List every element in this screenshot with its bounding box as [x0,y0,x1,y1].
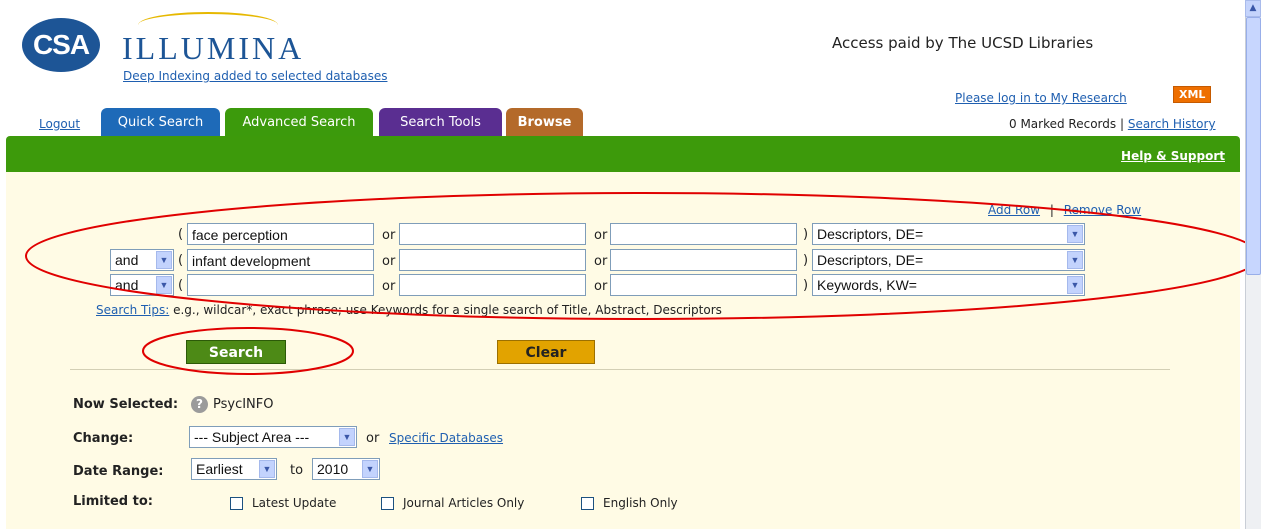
clear-button[interactable]: Clear [497,340,595,364]
search-tips-link[interactable]: Search Tips: [96,303,169,317]
boolean-select[interactable]: and ▼ [110,274,174,296]
tab-advanced-search[interactable]: Advanced Search [225,108,373,138]
limited-to-label: Limited to: [73,494,153,509]
or-label: or [382,254,396,269]
add-row-link[interactable]: Add Row [988,203,1040,217]
field-select[interactable]: Descriptors, DE= ▼ [812,223,1085,245]
search-tips: Search Tips: e.g., wildcar*, exact phras… [96,303,722,317]
latest-update-label: Latest Update [252,496,337,510]
or-label: or [594,254,608,269]
marked-count: 0 Marked Records | [1009,117,1124,131]
open-paren: ( [178,253,184,268]
now-selected-label: Now Selected: [73,397,179,412]
term-input[interactable] [610,274,797,296]
date-to-value: 2010 [317,461,349,477]
or-label: or [594,279,608,294]
scrollbar-thumb[interactable] [1246,17,1261,275]
access-text: Access paid by The UCSD Libraries [832,34,1094,52]
chevron-down-icon[interactable]: ▼ [1067,276,1083,294]
search-history-link[interactable]: Search History [1128,117,1216,131]
field-select[interactable]: Keywords, KW= ▼ [812,274,1085,296]
tab-quick-search[interactable]: Quick Search [101,108,220,138]
term-input[interactable] [187,274,374,296]
or-label: or [382,279,396,294]
boolean-select-value: and [115,252,139,268]
date-from-value: Earliest [196,461,243,477]
latest-update-checkbox[interactable] [230,497,243,510]
term-input[interactable] [399,249,586,271]
help-support-link[interactable]: Help & Support [1121,149,1225,163]
term-input[interactable] [399,223,586,245]
english-only-checkbox[interactable] [581,497,594,510]
subject-area-select[interactable]: --- Subject Area --- ▼ [189,426,357,448]
close-paren: ) [803,227,809,242]
or-label: or [594,228,608,243]
chevron-down-icon[interactable]: ▼ [362,460,378,478]
chevron-down-icon[interactable]: ▼ [339,428,355,446]
search-button[interactable]: Search [186,340,286,364]
field-select[interactable]: Descriptors, DE= ▼ [812,249,1085,271]
open-paren: ( [178,278,184,293]
close-paren: ) [803,253,809,268]
row-controls: Add Row | Remove Row [988,203,1141,217]
open-paren: ( [178,227,184,242]
field-select-value: Keywords, KW= [817,277,917,293]
term-input[interactable] [610,223,797,245]
field-select-value: Descriptors, DE= [817,226,924,242]
login-link[interactable]: Please log in to My Research [955,91,1127,105]
boolean-select[interactable]: and ▼ [110,249,174,271]
subject-area-value: --- Subject Area --- [194,429,310,445]
date-range-label: Date Range: [73,464,164,479]
xml-badge[interactable]: XML [1173,86,1212,103]
nav-bar [6,136,1240,172]
term-input[interactable] [610,249,797,271]
specific-databases-link[interactable]: Specific Databases [389,431,503,445]
change-label: Change: [73,431,134,446]
term-input[interactable] [399,274,586,296]
journal-articles-checkbox[interactable] [381,497,394,510]
logout-link[interactable]: Logout [39,117,80,131]
date-from-select[interactable]: Earliest ▼ [191,458,277,480]
remove-row-link[interactable]: Remove Row [1064,203,1141,217]
boolean-select-value: and [115,277,139,293]
question-icon[interactable]: ? [191,396,208,413]
row-controls-separator: | [1049,203,1054,217]
deep-indexing-link[interactable]: Deep Indexing added to selected database… [123,69,387,83]
brand-title: ILLUMINA [122,30,305,66]
journal-articles-label: Journal Articles Only [403,496,525,510]
or-label: or [382,228,396,243]
marked-records: 0 Marked Records | Search History [1009,117,1216,131]
change-or: or [366,431,380,446]
date-to-select[interactable]: 2010 ▼ [312,458,380,480]
chevron-down-icon[interactable]: ▼ [259,460,275,478]
english-only-label: English Only [603,496,678,510]
chevron-down-icon[interactable]: ▼ [156,276,172,294]
field-select-value: Descriptors, DE= [817,252,924,268]
search-tips-text: e.g., wildcar*, exact phrase; use Keywor… [173,303,722,317]
tab-browse[interactable]: Browse [506,108,583,138]
chevron-down-icon[interactable]: ▼ [156,251,172,269]
date-to-text: to [290,463,304,478]
now-selected-value: PsycINFO [213,397,274,412]
csa-logo: CSA [22,18,100,72]
page: CSA ILLUMINA Deep Indexing added to sele… [0,0,1245,529]
arrow-up-icon[interactable]: ▲ [1245,0,1261,17]
tab-search-tools[interactable]: Search Tools [379,108,502,138]
chevron-down-icon[interactable]: ▼ [1067,251,1083,269]
term-input[interactable]: face perception [187,223,374,245]
term-input[interactable]: infant development [187,249,374,271]
chevron-down-icon[interactable]: ▼ [1067,225,1083,243]
divider [70,369,1170,370]
close-paren: ) [803,278,809,293]
